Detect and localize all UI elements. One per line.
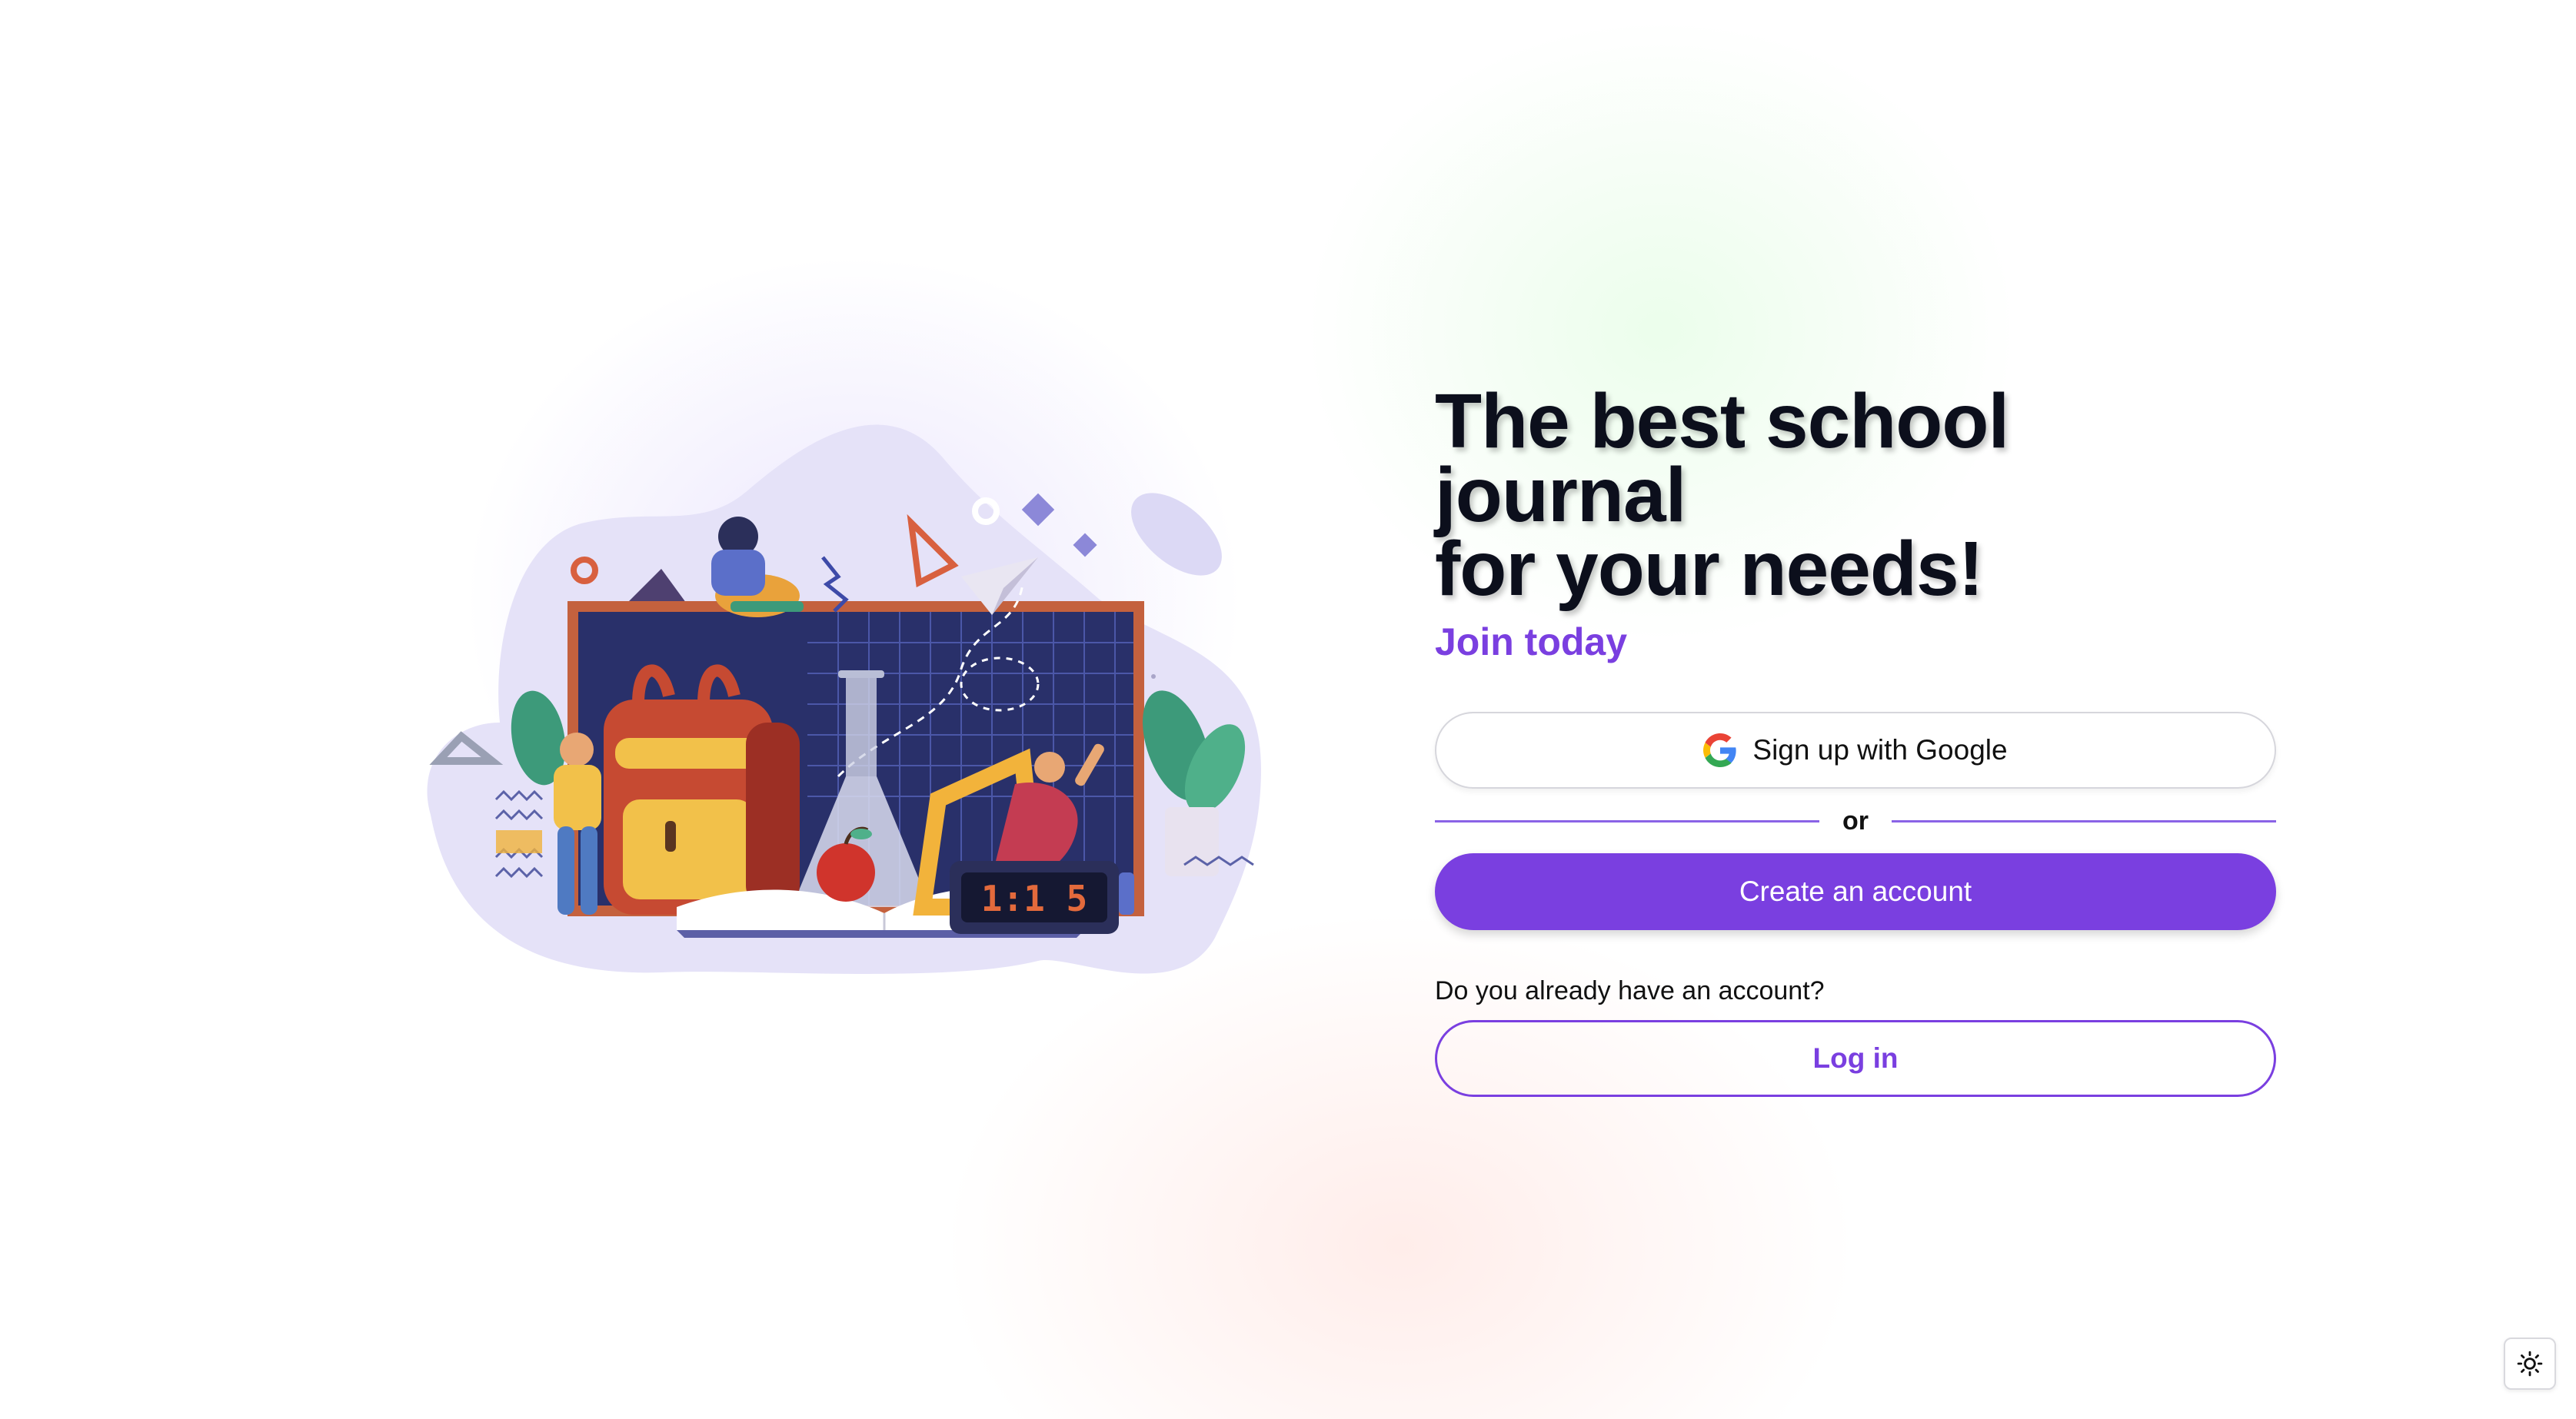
page-title: The best school journal for your needs!: [1435, 383, 2276, 607]
existing-account-question: Do you already have an account?: [1435, 976, 1825, 1005]
title-line-2: for your needs!: [1435, 526, 1984, 612]
create-account-button[interactable]: Create an account: [1435, 853, 2276, 930]
join-today-subtitle: Join today: [1435, 620, 1628, 663]
google-signup-button[interactable]: Sign up with Google: [1435, 712, 2276, 789]
google-signup-label: Sign up with Google: [1752, 734, 2008, 766]
login-button[interactable]: Log in: [1435, 1020, 2276, 1097]
school-supplies-illustration-icon: 1:1 5: [427, 424, 1261, 974]
clock-digits: 1:1 5: [981, 878, 1087, 919]
divider-label: or: [1842, 806, 1869, 836]
school-illustration: 1:1 5: [408, 400, 1269, 984]
divider-line-right: [1892, 819, 2276, 822]
sun-icon: [2517, 1351, 2543, 1377]
signup-page: 1:1 5 The best school journal for your n…: [0, 0, 2576, 1419]
google-icon: [1703, 733, 1737, 767]
signup-panel: The best school journal for your needs! …: [1435, 383, 2276, 1097]
title-line-1: The best school journal: [1435, 378, 2009, 538]
theme-toggle-button[interactable]: [2504, 1338, 2556, 1390]
divider-line-left: [1435, 819, 1819, 822]
or-divider: or: [1435, 806, 2276, 836]
